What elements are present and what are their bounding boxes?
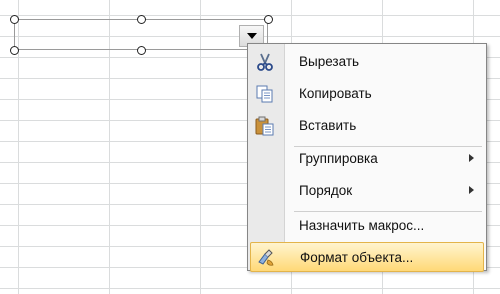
menu-item-label: Копировать (299, 86, 372, 101)
resize-handle-top-middle[interactable] (137, 15, 146, 24)
menu-item-label: Назначить макрос... (299, 218, 425, 233)
submenu-arrow-icon (469, 154, 474, 162)
menu-item-label: Формат объекта... (300, 250, 414, 265)
context-menu: Вырезать Копировать Вставить Группировка… (247, 43, 487, 272)
resize-handle-bottom-left[interactable] (10, 46, 19, 55)
chevron-down-icon (246, 33, 257, 39)
menu-item-grouping[interactable]: Группировка (250, 144, 484, 174)
menu-item-order[interactable]: Порядок (250, 176, 484, 206)
menu-item-format-object[interactable]: Формат объекта... (250, 242, 484, 272)
copy-icon (256, 85, 273, 103)
menu-item-label: Вырезать (299, 54, 360, 69)
format-object-icon (258, 249, 274, 266)
submenu-arrow-icon (469, 186, 474, 194)
resize-handle-bottom-middle[interactable] (137, 46, 146, 55)
grid-row-line (0, 288, 500, 289)
menu-item-assign-macro[interactable]: Назначить макрос... (250, 211, 484, 241)
menu-item-label: Группировка (299, 151, 378, 166)
resize-handle-top-left[interactable] (10, 15, 19, 24)
menu-item-copy[interactable]: Копировать (250, 79, 484, 109)
menu-item-paste[interactable]: Вставить (250, 111, 484, 141)
menu-item-cut[interactable]: Вырезать (250, 47, 484, 77)
scissors-icon (257, 53, 273, 71)
paste-icon (255, 116, 274, 136)
grid-row-line (0, 15, 500, 16)
resize-handle-top-right[interactable] (264, 15, 273, 24)
menu-item-label: Порядок (299, 183, 353, 198)
menu-item-label: Вставить (299, 118, 357, 133)
